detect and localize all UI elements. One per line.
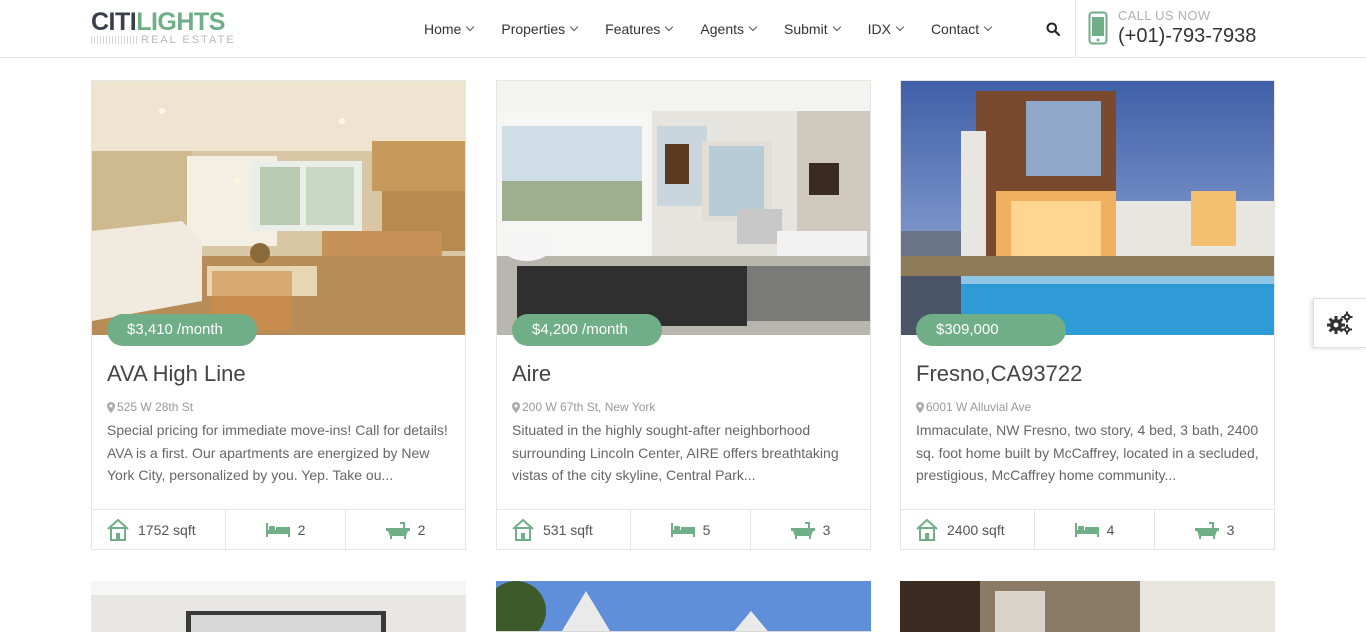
nav-properties[interactable]: Properties (501, 21, 579, 37)
listing-price: $309,000 (916, 314, 1066, 346)
listing-title[interactable]: AVA High Line (107, 361, 246, 387)
bed-icon (1074, 523, 1099, 537)
listing-address-text: 6001 W Alluvial Ave (926, 400, 1032, 414)
stat-area: 2400 sqft (901, 510, 1035, 550)
listing-title[interactable]: Aire (512, 361, 551, 387)
nav-home-label: Home (424, 21, 462, 37)
map-pin-icon (512, 401, 520, 413)
chevron-down-icon (832, 22, 841, 32)
listing-address-text: 525 W 28th St (117, 400, 194, 414)
listing-description: Immaculate, NW Fresno, two story, 4 bed,… (916, 422, 1259, 483)
nav-properties-label: Properties (501, 21, 566, 37)
stat-baths-value: 3 (822, 522, 831, 538)
stat-baths-value: 3 (1226, 522, 1235, 538)
nav-features[interactable]: Features (605, 21, 674, 37)
listing-card[interactable]: $309,000 Fresno,CA93722 6001 W Alluvial … (900, 80, 1275, 550)
listing-photo-room-peek[interactable] (900, 581, 1275, 632)
stat-beds: 2 (226, 510, 346, 550)
listing-address: 6001 W Alluvial Ave (916, 400, 1031, 414)
chevron-down-icon (748, 22, 758, 32)
stat-beds-value: 4 (1106, 522, 1115, 538)
nav-features-label: Features (605, 21, 661, 37)
stat-beds: 4 (1035, 510, 1155, 550)
search-icon[interactable] (1046, 22, 1060, 36)
listing-stats: 2400 sqft 4 3 (901, 509, 1274, 550)
site-header: CITILIGHTS REAL ESTATE Home Properties F… (0, 0, 1366, 58)
listing-card[interactable]: $4,200 /month Aire 200 W 67th St, New Yo… (496, 80, 871, 550)
house-icon (107, 518, 129, 541)
stat-baths: 3 (1155, 510, 1274, 550)
logo-text-lights: LIGHTS (136, 8, 225, 36)
stat-area-value: 531 sqft (543, 522, 593, 538)
call-label: CALL US NOW (1118, 8, 1211, 23)
nav-submit-label: Submit (784, 21, 828, 37)
stat-area-value: 1752 sqft (138, 522, 196, 538)
listing-photo-kitchen[interactable] (92, 81, 465, 335)
bed-icon (265, 523, 290, 537)
listing-description: Special pricing for immediate move-ins! … (107, 422, 448, 483)
stat-area: 1752 sqft (92, 510, 226, 550)
listing-address: 525 W 28th St (107, 400, 193, 414)
nav-submit[interactable]: Submit (784, 21, 841, 37)
phone-icon (1088, 11, 1108, 45)
bathtub-icon (790, 522, 815, 539)
bathtub-icon (1194, 522, 1219, 539)
main-nav: Home Properties Features Agents Submit I… (424, 0, 1019, 58)
listing-address: 200 W 67th St, New York (512, 400, 655, 414)
nav-agents-label: Agents (700, 21, 745, 37)
stat-area-value: 2400 sqft (947, 522, 1005, 538)
stat-baths: 2 (346, 510, 465, 550)
listing-photo-interior-peek[interactable] (91, 581, 466, 632)
chevron-down-icon (466, 22, 475, 32)
map-pin-icon (107, 401, 115, 413)
listing-photo-living-room[interactable] (497, 81, 870, 335)
nav-contact-label: Contact (930, 21, 980, 37)
chevron-down-icon (895, 22, 905, 32)
listing-price: $4,200 /month (512, 314, 662, 346)
nav-idx[interactable]: IDX (867, 21, 905, 37)
chevron-down-icon (569, 22, 579, 32)
listing-photo-house-peek[interactable] (496, 581, 871, 632)
bed-icon (670, 523, 695, 537)
house-icon (916, 518, 938, 541)
call-number[interactable]: (+01)-793-7938 (1118, 25, 1256, 48)
listing-stats: 531 sqft 5 3 (497, 509, 870, 550)
chevron-down-icon (983, 22, 993, 32)
house-icon (512, 518, 534, 541)
gears-icon (1327, 311, 1353, 335)
chevron-down-icon (665, 22, 674, 32)
nav-agents[interactable]: Agents (700, 21, 758, 37)
map-pin-icon (916, 401, 924, 413)
logo-stripes (91, 36, 139, 44)
nav-contact[interactable]: Contact (930, 21, 993, 37)
bathtub-icon (385, 522, 410, 539)
listing-title[interactable]: Fresno,CA93722 (916, 361, 1082, 387)
listing-photo-house-pool[interactable] (901, 81, 1274, 335)
logo[interactable]: CITILIGHTS REAL ESTATE (91, 9, 241, 47)
stat-baths-value: 2 (417, 522, 426, 538)
listing-stats: 1752 sqft 2 2 (92, 509, 465, 550)
stat-baths: 3 (751, 510, 870, 550)
listing-price: $3,410 /month (107, 314, 257, 346)
settings-toggle[interactable] (1313, 298, 1366, 348)
stat-beds-value: 2 (297, 522, 306, 538)
stat-beds: 5 (631, 510, 751, 550)
call-box: CALL US NOW (+01)-793-7938 (1075, 0, 1366, 58)
stat-area: 531 sqft (497, 510, 631, 550)
listing-description: Situated in the highly sought-after neig… (512, 422, 839, 483)
nav-home[interactable]: Home (424, 21, 475, 37)
listing-card[interactable]: $3,410 /month AVA High Line 525 W 28th S… (91, 80, 466, 550)
nav-idx-label: IDX (867, 21, 891, 37)
logo-text-citi: CITI (91, 8, 137, 36)
listing-address-text: 200 W 67th St, New York (522, 400, 656, 414)
stat-beds-value: 5 (702, 522, 711, 538)
